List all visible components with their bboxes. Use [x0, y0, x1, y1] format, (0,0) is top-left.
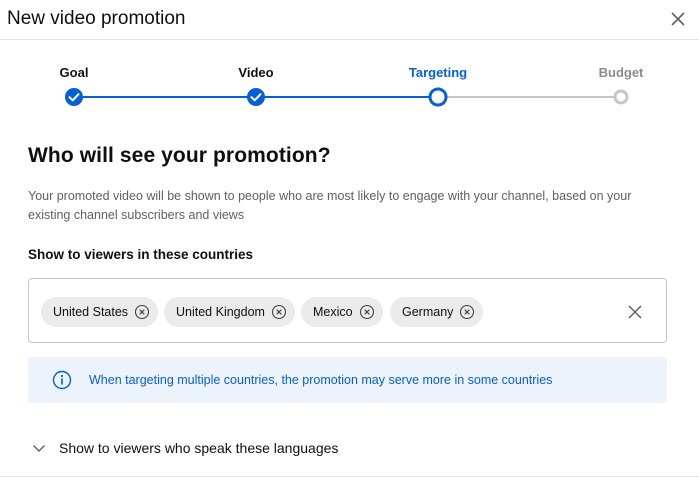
step-targeting-current-icon[interactable]: [430, 89, 446, 105]
step-video-label: Video: [238, 65, 273, 80]
countries-section-label: Show to viewers in these countries: [28, 247, 253, 262]
country-chip-united-kingdom[interactable]: United Kingdom: [164, 297, 295, 327]
step-targeting-label: Targeting: [409, 65, 467, 80]
step-budget-upcoming-icon: [615, 91, 627, 103]
step-goal-label: Goal: [60, 65, 89, 80]
info-icon: [52, 370, 72, 390]
stepper-track: [0, 82, 699, 112]
chip-label: Germany: [402, 305, 453, 319]
chevron-down-icon: [32, 441, 46, 455]
countries-input[interactable]: United States United Kingdom Mexico Germ…: [28, 278, 667, 343]
languages-label: Show to viewers who speak these language…: [59, 440, 338, 456]
info-banner: When targeting multiple countries, the p…: [28, 357, 667, 403]
page-heading: Who will see your promotion?: [28, 144, 331, 168]
dialog-header: New video promotion: [0, 0, 699, 40]
remove-chip-icon[interactable]: [134, 304, 150, 320]
step-goal-check-icon[interactable]: [65, 88, 83, 106]
step-video-check-icon[interactable]: [247, 88, 265, 106]
country-chip-germany[interactable]: Germany: [390, 297, 483, 327]
targeting-description: Your promoted video will be shown to peo…: [28, 187, 668, 225]
remove-chip-icon[interactable]: [359, 304, 375, 320]
country-chip-mexico[interactable]: Mexico: [301, 297, 383, 327]
step-budget-label: Budget: [599, 65, 644, 80]
progress-stepper: Goal Video Targeting Budget: [0, 58, 699, 118]
divider: [0, 476, 699, 477]
clear-countries-icon[interactable]: [626, 303, 644, 321]
close-icon[interactable]: [665, 6, 691, 32]
info-message: When targeting multiple countries, the p…: [89, 373, 552, 387]
languages-expander[interactable]: Show to viewers who speak these language…: [32, 437, 338, 459]
promotion-dialog: New video promotion Goal Video Targeting…: [0, 0, 699, 479]
dialog-title: New video promotion: [7, 8, 185, 30]
chip-label: United States: [53, 305, 128, 319]
chip-label: United Kingdom: [176, 305, 265, 319]
remove-chip-icon[interactable]: [459, 304, 475, 320]
chip-label: Mexico: [313, 305, 353, 319]
remove-chip-icon[interactable]: [271, 304, 287, 320]
country-chip-united-states[interactable]: United States: [41, 297, 158, 327]
